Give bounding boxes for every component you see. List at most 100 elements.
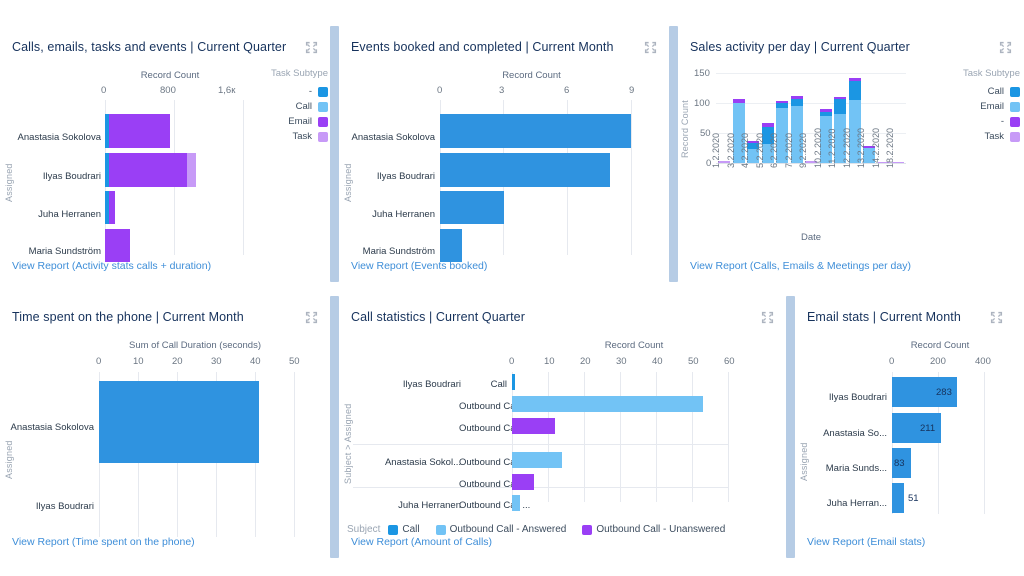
x-axis-title: Record Count xyxy=(140,70,200,81)
bar[interactable] xyxy=(892,483,904,513)
view-report-link[interactable]: View Report (Events booked) xyxy=(339,256,669,282)
gridline xyxy=(584,372,585,502)
bar-segment[interactable] xyxy=(819,112,832,116)
legend-swatch-icon xyxy=(1010,116,1020,127)
bar-segment[interactable] xyxy=(109,153,187,187)
card-divider[interactable] xyxy=(330,26,339,282)
card-header: Calls, emails, tasks and events | Curren… xyxy=(0,26,330,54)
card-title: Call statistics | Current Quarter xyxy=(351,310,525,324)
x-tick-label: 1,6к xyxy=(218,85,236,96)
card-title: Email stats | Current Month xyxy=(807,310,961,324)
x-tick-label: 800 xyxy=(160,85,176,96)
bar-value-label: 83 xyxy=(894,458,905,469)
bar[interactable] xyxy=(512,418,555,434)
gridline xyxy=(620,372,621,502)
legend-item[interactable]: - xyxy=(244,84,328,99)
view-report-link[interactable]: View Report (Email stats) xyxy=(795,532,1015,558)
legend-item[interactable]: Call xyxy=(932,84,1020,99)
gridline xyxy=(656,372,657,502)
x-tick-label: 0 xyxy=(96,356,102,367)
expand-icon[interactable] xyxy=(644,41,657,54)
card-sales-activity-per-day: Sales activity per day | Current Quarter… xyxy=(678,26,1024,282)
bar-segment[interactable] xyxy=(761,123,774,127)
x-tick-label: 10.2.2020 xyxy=(812,127,823,168)
bar[interactable] xyxy=(512,396,703,412)
legend-item[interactable]: Outbound Call - Answered xyxy=(435,524,566,535)
bar-segment[interactable] xyxy=(790,99,803,106)
expand-icon[interactable] xyxy=(999,41,1012,54)
assigned-label: Juha Herranen xyxy=(398,500,461,511)
gridline xyxy=(984,372,985,514)
bar-segment[interactable] xyxy=(105,229,130,262)
legend-label: Task xyxy=(984,131,1004,142)
subject-label: Outbound Call ... xyxy=(459,457,531,468)
legend-item[interactable]: Email xyxy=(244,114,328,129)
bar[interactable] xyxy=(99,381,259,463)
legend-title: Task Subtype xyxy=(962,68,1020,79)
bar[interactable] xyxy=(440,229,462,262)
bar-segment[interactable] xyxy=(109,191,115,224)
legend-swatch-icon xyxy=(318,86,328,97)
bar[interactable] xyxy=(512,495,520,511)
card-divider[interactable] xyxy=(669,26,678,282)
bar[interactable] xyxy=(512,374,515,390)
legend-swatch-icon xyxy=(1010,101,1020,112)
expand-icon[interactable] xyxy=(761,311,774,324)
bar[interactable] xyxy=(512,474,534,490)
x-tick-label: 3.2.2020 xyxy=(725,132,736,168)
view-report-link[interactable]: View Report (Amount of Calls) xyxy=(339,532,786,558)
legend-item[interactable]: Email xyxy=(932,99,1020,114)
x-tick-label: 40 xyxy=(250,356,261,367)
view-report-link[interactable]: View Report (Calls, Emails & Meetings pe… xyxy=(678,256,1024,282)
bar[interactable] xyxy=(440,191,504,224)
bar[interactable] xyxy=(512,452,562,468)
view-report-link[interactable]: View Report (Activity stats calls + dura… xyxy=(0,256,330,282)
category-label: Anastasia Sokolova xyxy=(17,132,101,143)
legend-item[interactable]: - xyxy=(932,114,1020,129)
legend-swatch-icon xyxy=(435,524,446,535)
x-tick-label: 0 xyxy=(889,356,895,367)
category-label: Maria Sunds... xyxy=(825,463,887,474)
legend-item[interactable]: Outbound Call - Unanswered xyxy=(582,524,725,535)
expand-icon[interactable] xyxy=(305,41,318,54)
card-divider[interactable] xyxy=(330,296,339,558)
gridline xyxy=(692,372,693,502)
category-label: Anastasia Sokolova xyxy=(10,422,94,433)
bar-segment[interactable] xyxy=(819,109,832,112)
x-tick-label: 30 xyxy=(211,356,222,367)
dashboard-row-top: Calls, emails, tasks and events | Curren… xyxy=(0,26,1024,282)
legend-label: Call xyxy=(987,86,1004,97)
x-tick-label: 30 xyxy=(616,356,627,367)
y-tick-label: 50 xyxy=(700,128,711,139)
card-divider[interactable] xyxy=(786,296,795,558)
legend-item[interactable]: Task xyxy=(932,129,1020,144)
bar-segment[interactable] xyxy=(776,103,788,108)
view-report-link[interactable]: View Report (Time spent on the phone) xyxy=(0,532,330,558)
legend-item[interactable]: Task xyxy=(244,129,328,144)
chart-legend: Task Subtype Call Email - Task xyxy=(932,68,1020,144)
y-axis-title: Subject > Assigned xyxy=(343,403,353,484)
bar[interactable] xyxy=(440,114,631,148)
category-label: Ilyas Boudrari xyxy=(42,171,101,182)
expand-icon[interactable] xyxy=(305,311,318,324)
legend-label: Call xyxy=(295,101,312,112)
bar-segment[interactable] xyxy=(834,97,846,99)
bar-segment[interactable] xyxy=(109,114,170,148)
bar-segment[interactable] xyxy=(187,153,196,187)
x-tick-label: 14.2.2020 xyxy=(870,127,881,168)
legend-item[interactable]: Call xyxy=(388,524,420,535)
assigned-label: Anastasia Sokol... xyxy=(384,457,461,468)
bar[interactable] xyxy=(440,153,610,187)
legend-swatch-icon xyxy=(318,131,328,142)
legend-item[interactable]: Call xyxy=(244,99,328,114)
bar-segment[interactable] xyxy=(848,81,861,100)
y-tick-label: 100 xyxy=(694,98,710,109)
expand-icon[interactable] xyxy=(990,311,1003,324)
bar-segment[interactable] xyxy=(732,99,745,103)
bar-segment[interactable] xyxy=(834,99,846,114)
x-tick-label: 3 xyxy=(499,85,505,96)
bar-segment[interactable] xyxy=(790,96,803,99)
bar-segment[interactable] xyxy=(776,101,788,103)
bar-segment[interactable] xyxy=(848,78,861,81)
category-label: Anastasia Sokolova xyxy=(351,132,435,143)
